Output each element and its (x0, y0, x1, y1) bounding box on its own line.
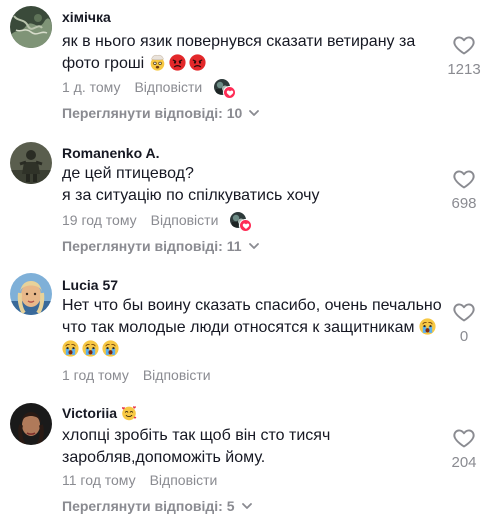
username-label[interactable]: Lucia 57 (62, 277, 118, 293)
like-button[interactable]: 1213 (442, 33, 486, 78)
view-replies-label[interactable]: Переглянути відповіді: 10 (62, 105, 242, 121)
like-count: 0 (459, 328, 469, 345)
angry-face-emoji (189, 54, 206, 71)
crying-face-emoji (82, 340, 99, 357)
username[interactable]: Romanenko A. (62, 145, 160, 161)
heart-icon (239, 219, 253, 232)
username[interactable]: Lucia 57 (62, 277, 118, 293)
liked-by-creator-badge (214, 79, 237, 99)
username[interactable]: Victoriia (62, 405, 140, 421)
view-replies-button[interactable]: Переглянути відповіді: 5 (62, 498, 253, 514)
comment: хімічка як в нього язик повернувся сказа… (0, 0, 500, 130)
like-button[interactable]: 204 (442, 426, 486, 471)
heart-outline-icon[interactable] (452, 426, 476, 450)
comment: Romanenko A. де цей птицевод? я за ситуа… (0, 138, 500, 263)
chevron-down-icon (248, 107, 260, 119)
comment-text-line: де цей птицевод? (62, 165, 194, 182)
comment-text-body: Нет что бы воину сказать спасибо, очень … (62, 297, 442, 336)
angry-face-emoji (169, 54, 186, 71)
timestamp: 1 д. тому (62, 79, 121, 95)
like-button[interactable]: 0 (442, 300, 486, 345)
heart-outline-icon[interactable] (452, 167, 476, 191)
comment-text-body: хлопці зробіть так щоб він сто тисяч зар… (62, 427, 331, 466)
comment-meta: 1 д. тому Відповісти (62, 79, 237, 99)
reply-button[interactable]: Відповісти (134, 79, 202, 95)
crying-face-emoji (419, 318, 436, 335)
view-replies-button[interactable]: Переглянути відповіді: 10 (62, 105, 260, 121)
username-label[interactable]: Victoriia (62, 405, 117, 421)
view-replies-button[interactable]: Переглянути відповіді: 11 (62, 238, 260, 254)
view-replies-label[interactable]: Переглянути відповіді: 11 (62, 238, 242, 254)
comment: Victoriia хлопці зробіть так щоб він сто… (0, 398, 500, 519)
heart-icon (223, 86, 237, 99)
comment: Lucia 57 Нет что бы воину сказать спасиб… (0, 271, 500, 396)
comment-meta: 19 год тому Відповісти (62, 212, 253, 232)
comment-text: де цей птицевод? я за ситуацію по спілку… (62, 163, 442, 207)
heart-outline-icon[interactable] (452, 33, 476, 57)
username[interactable]: хімічка (62, 9, 111, 25)
comment-meta: 11 год тому Відповісти (62, 472, 217, 488)
crying-face-emoji (102, 340, 119, 357)
avatar[interactable] (10, 273, 52, 315)
like-count: 698 (451, 195, 477, 212)
timestamp: 1 год тому (62, 367, 129, 383)
avatar[interactable] (10, 403, 52, 445)
reply-button[interactable]: Відповісти (150, 472, 218, 488)
chevron-down-icon (248, 240, 260, 252)
like-button[interactable]: 698 (442, 167, 486, 212)
chevron-down-icon (241, 500, 253, 512)
reply-button[interactable]: Відповісти (151, 212, 219, 228)
crying-face-emoji (62, 340, 79, 357)
username-label[interactable]: Romanenko A. (62, 145, 160, 161)
smiling-face-with-hearts-emoji (121, 405, 137, 421)
comment-text-body: як в нього язик повернувся сказати ветир… (62, 33, 416, 72)
view-replies-label[interactable]: Переглянути відповіді: 5 (62, 498, 235, 514)
reply-button[interactable]: Відповісти (143, 367, 211, 383)
avatar[interactable] (10, 142, 52, 184)
avatar[interactable] (10, 6, 52, 48)
timestamp: 11 год тому (62, 472, 136, 488)
comment-meta: 1 год тому Відповісти (62, 367, 211, 383)
comment-text: Нет что бы воину сказать спасибо, очень … (62, 295, 442, 361)
exploding-head-emoji (149, 54, 166, 71)
heart-outline-icon[interactable] (452, 300, 476, 324)
comment-text-line: я за ситуацію по спілкуватись хочу (62, 187, 320, 204)
comment-text: як в нього язик повернувся сказати ветир… (62, 31, 442, 75)
like-count: 204 (451, 454, 477, 471)
liked-by-creator-badge (230, 212, 253, 232)
username-label[interactable]: хімічка (62, 9, 111, 25)
timestamp: 19 год тому (62, 212, 137, 228)
like-count: 1213 (447, 61, 481, 78)
comment-text: хлопці зробіть так щоб він сто тисяч зар… (62, 425, 382, 469)
